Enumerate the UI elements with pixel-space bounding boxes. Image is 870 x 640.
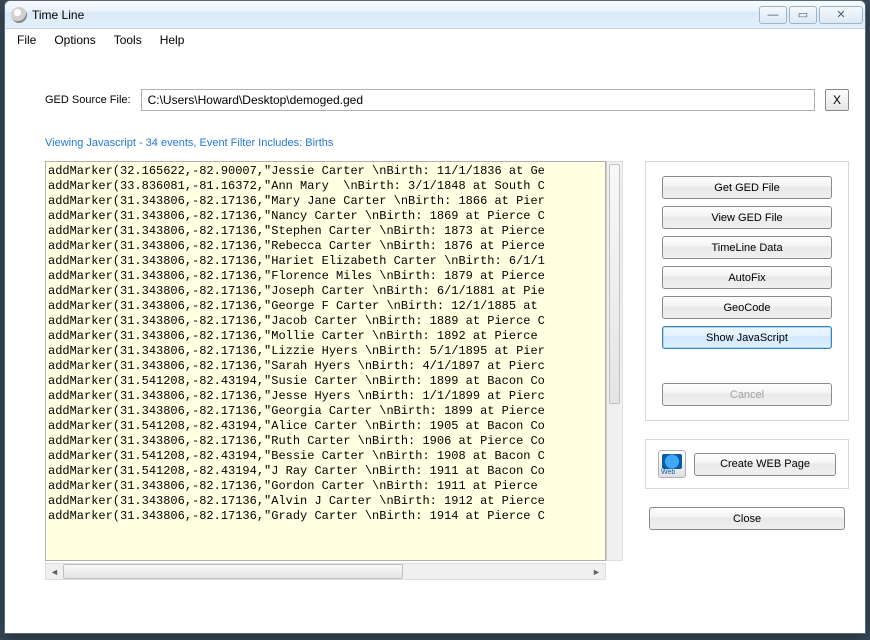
code-line: addMarker(31.343806,-82.17136,"Nancy Car… [48,209,603,224]
code-line: addMarker(31.343806,-82.17136,"Grady Car… [48,509,603,524]
close-button[interactable]: Close [649,507,845,530]
code-line: addMarker(33.836081,-81.16372,"Ann Mary … [48,179,603,194]
code-line: addMarker(31.343806,-82.17136,"Sarah Hye… [48,359,603,374]
geocode-button[interactable]: GeoCode [662,296,832,319]
create-web-group: Create WEB Page [645,439,849,489]
scroll-left-icon[interactable]: ◄ [46,564,63,579]
app-icon [11,7,27,23]
code-line: addMarker(31.343806,-82.17136,"Alvin J C… [48,494,603,509]
minimize-button[interactable]: — [759,6,787,24]
code-line: addMarker(31.343806,-82.17136,"Georgia C… [48,404,603,419]
spacer [662,356,832,376]
window-controls: — ▭ ✕ [759,6,863,24]
code-line: addMarker(31.541208,-82.43194,"Alice Car… [48,419,603,434]
code-line: addMarker(31.343806,-82.17136,"Hariet El… [48,254,603,269]
code-line: addMarker(31.541208,-82.43194,"J Ray Car… [48,464,603,479]
code-line: addMarker(31.343806,-82.17136,"Jesse Hye… [48,389,603,404]
cancel-button: Cancel [662,383,832,406]
window-title: Time Line [32,8,759,22]
close-group: Close [645,507,849,530]
horizontal-scrollbar[interactable]: ◄ ► [45,563,606,580]
code-line: addMarker(31.541208,-82.43194,"Bessie Ca… [48,449,603,464]
menu-help[interactable]: Help [160,33,185,47]
code-line: addMarker(31.343806,-82.17136,"Jacob Car… [48,314,603,329]
action-button-group: Get GED File View GED File TimeLine Data… [645,161,849,421]
menu-tools[interactable]: Tools [114,33,142,47]
right-column: Get GED File View GED File TimeLine Data… [645,161,849,617]
code-line: addMarker(31.343806,-82.17136,"Mollie Ca… [48,329,603,344]
code-line: addMarker(31.343806,-82.17136,"Rebecca C… [48,239,603,254]
status-text: Viewing Javascript - 34 events, Event Fi… [45,137,849,149]
autofix-button[interactable]: AutoFix [662,266,832,289]
code-line: addMarker(31.343806,-82.17136,"Stephen C… [48,224,603,239]
hscroll-track[interactable] [63,564,588,579]
menu-options[interactable]: Options [54,33,95,47]
code-line: addMarker(31.541208,-82.43194,"Susie Car… [48,374,603,389]
ged-source-input[interactable] [141,89,815,111]
maximize-icon: ▭ [798,8,808,21]
titlebar[interactable]: Time Line — ▭ ✕ [5,1,865,29]
close-icon: ✕ [836,8,845,21]
maximize-button[interactable]: ▭ [789,6,817,24]
main-row: addMarker(32.165622,-82.90007,"Jessie Ca… [45,161,849,617]
app-window: Time Line — ▭ ✕ File Options Tools Help … [4,0,866,634]
code-line: addMarker(31.343806,-82.17136,"Lizzie Hy… [48,344,603,359]
code-line: addMarker(31.343806,-82.17136,"Gordon Ca… [48,479,603,494]
create-web-page-button[interactable]: Create WEB Page [694,453,836,476]
menu-file[interactable]: File [17,33,36,47]
code-line: addMarker(32.165622,-82.90007,"Jessie Ca… [48,164,603,179]
code-line: addMarker(31.343806,-82.17136,"Florence … [48,269,603,284]
get-ged-file-button[interactable]: Get GED File [662,176,832,199]
ged-source-row: GED Source File: X [45,89,849,111]
menubar: File Options Tools Help [5,29,865,51]
code-line: addMarker(31.343806,-82.17136,"Ruth Cart… [48,434,603,449]
code-line: addMarker(31.343806,-82.17136,"Joseph Ca… [48,284,603,299]
code-line: addMarker(31.343806,-82.17136,"George F … [48,299,603,314]
javascript-output[interactable]: addMarker(32.165622,-82.90007,"Jessie Ca… [45,161,606,561]
show-javascript-button[interactable]: Show JavaScript [662,326,832,349]
timeline-data-button[interactable]: TimeLine Data [662,236,832,259]
hscroll-thumb[interactable] [63,564,403,579]
clear-ged-button[interactable]: X [825,89,849,111]
scroll-right-icon[interactable]: ► [588,564,605,579]
content-area: GED Source File: X Viewing Javascript - … [5,51,865,633]
ged-source-label: GED Source File: [45,94,131,106]
close-window-button[interactable]: ✕ [819,6,863,24]
web-page-icon [658,450,686,478]
code-panel: addMarker(32.165622,-82.90007,"Jessie Ca… [45,161,623,561]
view-ged-file-button[interactable]: View GED File [662,206,832,229]
vertical-scrollbar[interactable] [606,161,623,561]
code-line: addMarker(31.343806,-82.17136,"Mary Jane… [48,194,603,209]
minimize-icon: — [768,9,779,21]
